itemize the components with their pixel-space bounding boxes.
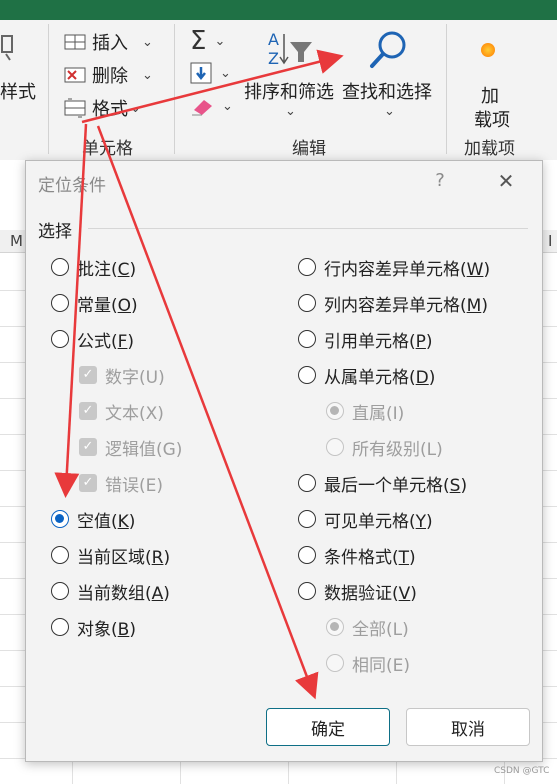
- arrow-to-ok: [96, 125, 319, 700]
- watermark: CSDN @GTC: [494, 766, 550, 776]
- arrow-to-find-select: [81, 49, 344, 124]
- annotation-arrows: [54, 49, 344, 700]
- arrow-to-blanks: [54, 123, 88, 498]
